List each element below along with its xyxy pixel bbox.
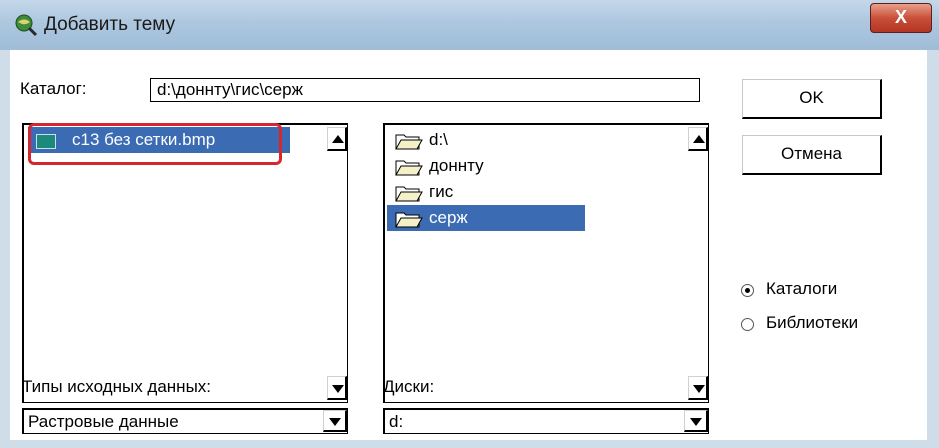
catalog-path-field[interactable]: d:\доннту\гис\серж <box>150 78 700 102</box>
app-globe-icon <box>15 14 38 37</box>
dropdown-button[interactable] <box>684 410 708 432</box>
file-list-scrollbar[interactable] <box>327 125 347 402</box>
drives-label: Диски: <box>383 377 435 396</box>
drives-value: d: <box>389 412 404 431</box>
directory-list[interactable]: d:\ доннту гис серж <box>383 123 709 403</box>
source-types-select[interactable]: Растровые данные <box>22 408 348 434</box>
directory-item-serzh[interactable]: серж <box>387 205 585 231</box>
directory-name: доннту <box>429 156 484 175</box>
chevron-down-icon <box>690 418 702 426</box>
dialog-title: Добавить тему <box>44 14 176 35</box>
radio-catalogs[interactable] <box>741 284 754 297</box>
radio-libraries-label[interactable]: Библиотеки <box>766 313 858 333</box>
open-folder-icon <box>395 212 423 228</box>
arrow-down-icon <box>693 385 705 393</box>
open-folder-icon <box>395 134 423 150</box>
scroll-down-button[interactable] <box>327 376 347 400</box>
radio-catalogs-label[interactable]: Каталоги <box>766 279 837 299</box>
dialog-body: Каталог: d:\доннту\гис\серж OK Отмена c1… <box>10 50 927 440</box>
ok-button[interactable]: OK <box>742 79 882 119</box>
radio-dot <box>745 288 750 293</box>
arrow-down-icon <box>332 385 344 393</box>
directory-name: d:\ <box>429 130 448 149</box>
scroll-up-button[interactable] <box>688 127 708 151</box>
drives-select[interactable]: d: <box>383 408 709 434</box>
open-folder-icon <box>395 160 423 176</box>
dropdown-button[interactable] <box>323 410 347 432</box>
directory-name: гис <box>429 182 454 201</box>
file-highlight-outline <box>28 123 282 165</box>
catalog-label: Каталог: <box>20 79 87 98</box>
directory-item-gis[interactable]: гис <box>387 179 687 205</box>
add-theme-dialog: Добавить тему X Каталог: d:\доннту\гис\с… <box>0 0 939 448</box>
directory-name: серж <box>429 208 468 227</box>
cancel-button[interactable]: Отмена <box>742 135 882 175</box>
close-button[interactable]: X <box>870 3 932 33</box>
scroll-up-button[interactable] <box>327 127 347 151</box>
chevron-down-icon <box>329 418 341 426</box>
arrow-up-icon <box>693 135 705 143</box>
source-types-label: Типы исходных данных: <box>22 377 212 396</box>
radio-libraries[interactable] <box>741 318 754 331</box>
directory-list-scrollbar[interactable] <box>688 125 708 402</box>
title-bar[interactable]: Добавить тему X <box>0 0 939 50</box>
scroll-down-button[interactable] <box>688 376 708 400</box>
directory-item-donntu[interactable]: доннту <box>387 153 687 179</box>
open-folder-icon <box>395 186 423 202</box>
directory-item-root[interactable]: d:\ <box>387 127 687 153</box>
file-list[interactable]: c13 без сетки.bmp <box>22 123 348 403</box>
source-types-value: Растровые данные <box>28 412 179 431</box>
arrow-up-icon <box>332 135 344 143</box>
